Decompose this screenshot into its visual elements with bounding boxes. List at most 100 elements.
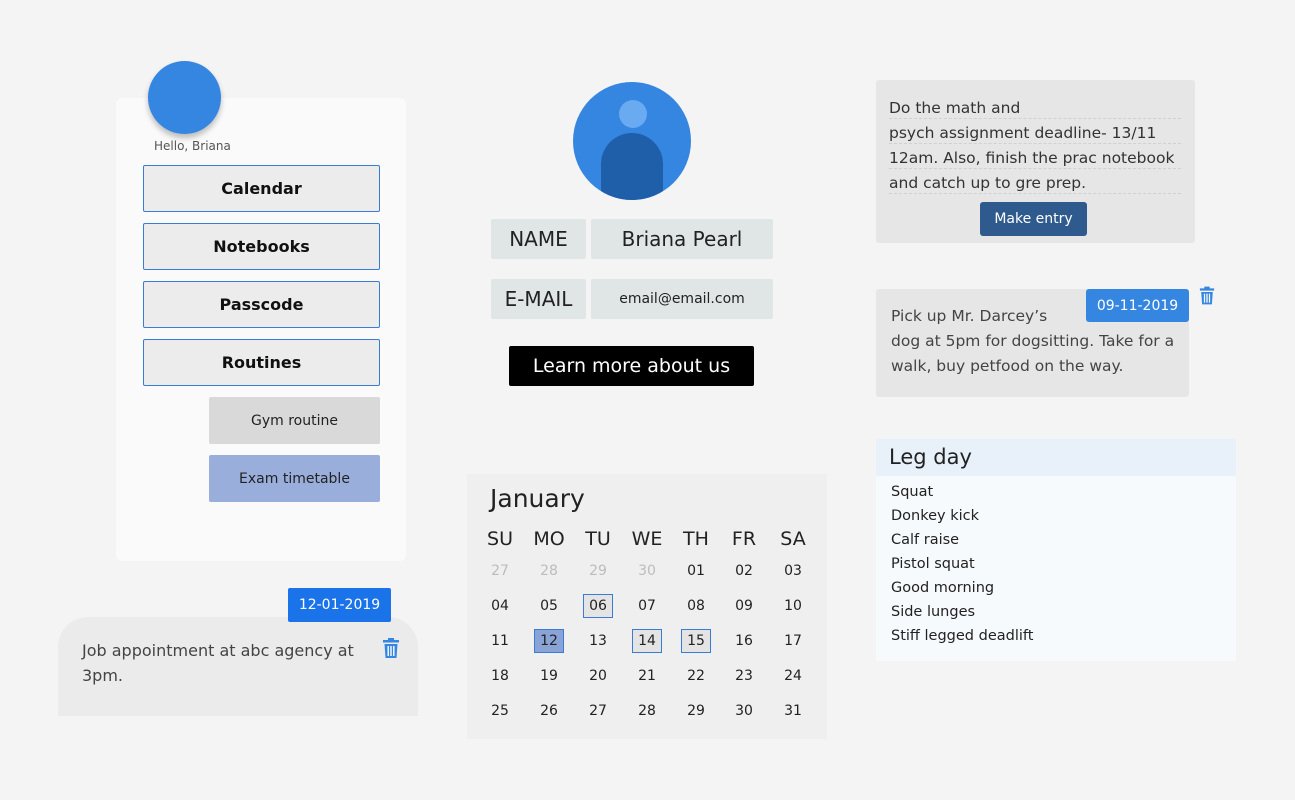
name-value: Briana Pearl	[591, 219, 773, 259]
weekday-header: SU	[487, 528, 513, 550]
calendar-day[interactable]: 27	[574, 696, 622, 726]
calendar-day-number: 22	[687, 668, 705, 684]
list-item: Pistol squat	[891, 556, 975, 572]
job-note-text: Job appointment at abc agency at 3pm.	[82, 641, 354, 685]
calendar-day-number: 24	[784, 668, 802, 684]
list-item: Stiff legged deadlift	[891, 628, 1034, 644]
calendar-day[interactable]: 22	[672, 661, 720, 691]
list-item: Donkey kick	[891, 508, 980, 524]
calendar-day[interactable]: 21	[623, 661, 671, 691]
weekday-header: FR	[731, 528, 757, 550]
calendar-day[interactable]: 28	[623, 696, 671, 726]
trash-icon[interactable]	[382, 638, 400, 658]
calendar-day-number: 07	[638, 598, 656, 614]
calendar-day[interactable]: 06	[574, 591, 622, 621]
calendar-day-number: 13	[589, 633, 607, 649]
calendar-button[interactable]: Calendar	[143, 165, 380, 212]
calendar-day-number: 08	[687, 598, 705, 614]
calendar-day[interactable]: 19	[525, 661, 573, 691]
calendar-day[interactable]: 16	[720, 626, 768, 656]
calendar-day[interactable]: 28	[525, 556, 573, 586]
calendar-day-number: 28	[638, 703, 656, 719]
calendar-day-number: 05	[540, 598, 558, 614]
calendar-day-number: 29	[589, 563, 607, 579]
calendar-day-number: 20	[589, 668, 607, 684]
user-body-icon	[601, 133, 663, 200]
calendar-day-number: 03	[784, 563, 802, 579]
list-item: Calf raise	[891, 532, 960, 548]
calendar-day[interactable]: 20	[574, 661, 622, 691]
calendar-day[interactable]: 04	[476, 591, 524, 621]
calendar-day-number: 18	[491, 668, 509, 684]
trash-icon[interactable]	[1199, 286, 1215, 305]
calendar-day[interactable]: 30	[720, 696, 768, 726]
calendar-day-number: 17	[784, 633, 802, 649]
exam-timetable-button[interactable]: Exam timetable	[209, 455, 380, 502]
calendar-day-number: 21	[638, 668, 656, 684]
profile-avatar[interactable]	[573, 82, 691, 200]
calendar-day[interactable]: 24	[769, 661, 817, 691]
calendar-day-number: 09	[735, 598, 753, 614]
calendar-day[interactable]: 02	[720, 556, 768, 586]
routines-button[interactable]: Routines	[143, 339, 380, 386]
calendar-day[interactable]: 08	[672, 591, 720, 621]
weekday-header: MO	[533, 528, 565, 550]
greeting-text: Hello, Briana	[154, 139, 231, 153]
calendar-day[interactable]: 13	[574, 626, 622, 656]
calendar-day-number: 30	[638, 563, 656, 579]
calendar-day-number: 31	[784, 703, 802, 719]
calendar-day-number: 25	[491, 703, 509, 719]
learn-more-button[interactable]: Learn more about us	[509, 346, 754, 386]
note-line-text: dog at 5pm for dogsitting. Take for a	[891, 332, 1175, 350]
dog-note-date-badge: 09-11-2019	[1086, 289, 1189, 322]
calendar-day-number: 30	[735, 703, 753, 719]
calendar-day-number: 29	[687, 703, 705, 719]
calendar-day-number: 04	[491, 598, 509, 614]
note-line-text: and catch up to gre prep.	[889, 174, 1087, 192]
weekday-header: WE	[631, 528, 663, 550]
make-entry-button[interactable]: Make entry	[980, 202, 1087, 236]
email-value: email@email.com	[591, 279, 773, 319]
user-head-icon	[619, 100, 647, 128]
weekday-header: SA	[780, 528, 806, 550]
name-label: NAME	[491, 219, 586, 259]
note-line-text: 12am. Also, finish the prac notebook	[889, 149, 1175, 167]
calendar-day[interactable]: 29	[672, 696, 720, 726]
calendar-day[interactable]: 14	[623, 626, 671, 656]
calendar-day-number: 10	[784, 598, 802, 614]
calendar-day-number: 27	[491, 563, 509, 579]
notebooks-button[interactable]: Notebooks	[143, 223, 380, 270]
calendar-day[interactable]: 31	[769, 696, 817, 726]
calendar-day-number: 16	[735, 633, 753, 649]
calendar-day[interactable]: 27	[476, 556, 524, 586]
calendar-day[interactable]: 09	[720, 591, 768, 621]
calendar-day[interactable]: 11	[476, 626, 524, 656]
note-text[interactable]: Do the math and psych assignment deadlin…	[889, 96, 1181, 196]
calendar-day[interactable]: 29	[574, 556, 622, 586]
passcode-button[interactable]: Passcode	[143, 281, 380, 328]
calendar-day[interactable]: 05	[525, 591, 573, 621]
calendar-day[interactable]: 10	[769, 591, 817, 621]
calendar-day[interactable]: 03	[769, 556, 817, 586]
calendar-day[interactable]: 25	[476, 696, 524, 726]
calendar-day[interactable]: 07	[623, 591, 671, 621]
avatar[interactable]	[148, 61, 221, 134]
calendar-day-number: 27	[589, 703, 607, 719]
calendar-day-number: 12	[534, 629, 564, 653]
calendar-day[interactable]: 26	[525, 696, 573, 726]
calendar-day[interactable]: 30	[623, 556, 671, 586]
gym-routine-button[interactable]: Gym routine	[209, 397, 380, 444]
routine-list: Squat Donkey kick Calf raise Pistol squat Go…	[891, 480, 1033, 648]
calendar-day[interactable]: 17	[769, 626, 817, 656]
calendar-day[interactable]: 18	[476, 661, 524, 691]
list-item: Squat	[891, 484, 934, 500]
calendar-day-number: 19	[540, 668, 558, 684]
calendar-day[interactable]: 15	[672, 626, 720, 656]
calendar-day[interactable]: 23	[720, 661, 768, 691]
calendar-day[interactable]: 01	[672, 556, 720, 586]
calendar-day-number: 01	[687, 563, 705, 579]
calendar-month-title: January	[490, 484, 585, 513]
calendar-day[interactable]: 12	[525, 626, 573, 656]
routine-title: Leg day	[889, 445, 972, 469]
calendar-day-number: 02	[735, 563, 753, 579]
